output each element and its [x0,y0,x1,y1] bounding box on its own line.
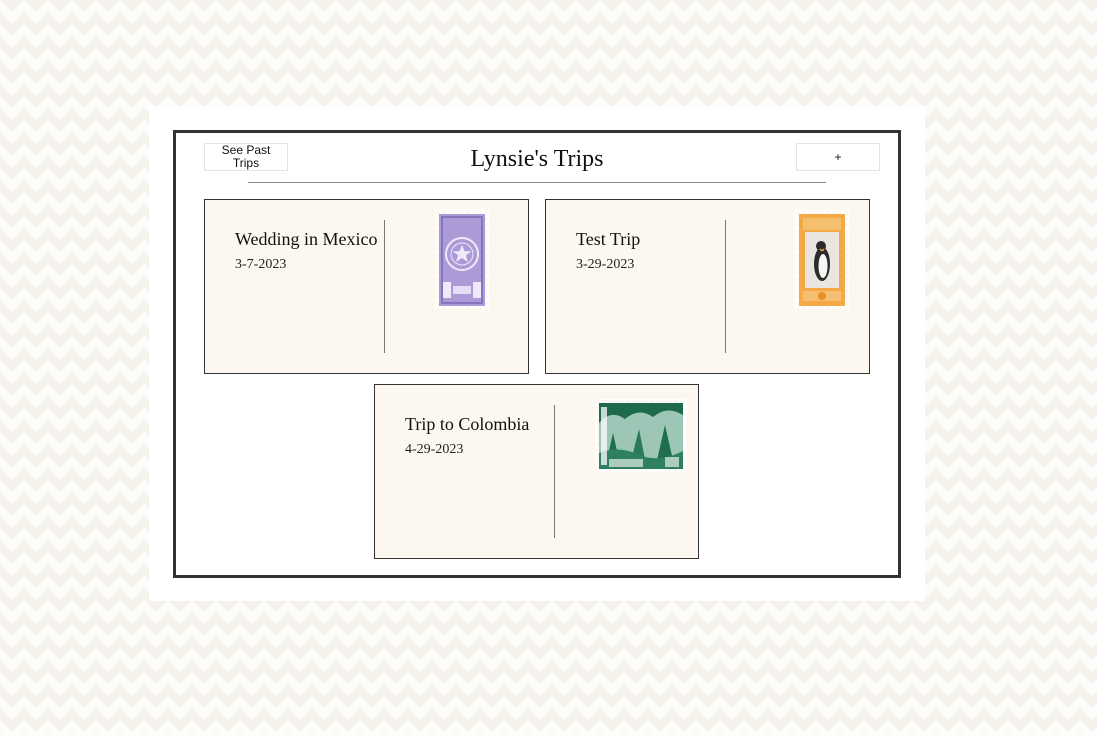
trip-postcard-test-trip[interactable]: Test Trip 3-29-2023 [545,199,870,374]
purple-star-stamp-icon [435,210,489,310]
trip-postcard-trip-to-colombia[interactable]: Trip to Colombia 4-29-2023 [374,384,699,559]
trips-sheet: See Past Trips Lynsie's Trips + Wedding … [149,106,925,601]
green-forest-stamp-icon [595,399,687,473]
trip-date: 3-7-2023 [235,257,287,272]
postcard-divider [554,405,555,538]
trip-date: 3-29-2023 [576,257,635,272]
trip-name: Wedding in Mexico [235,229,378,249]
penguin-stamp-icon [795,210,849,310]
add-trip-label: + [834,149,842,164]
add-trip-button[interactable]: + [796,143,880,171]
trip-postcard-wedding-in-mexico[interactable]: Wedding in Mexico 3-7-2023 [204,199,529,374]
trip-date: 4-29-2023 [405,442,464,457]
postcard-divider [384,220,385,353]
title-divider [248,182,826,183]
trip-name: Test Trip [576,229,641,249]
trip-name: Trip to Colombia [405,414,530,434]
postcard-divider [725,220,726,353]
trips-frame: See Past Trips Lynsie's Trips + Wedding … [173,130,901,578]
page-title: Lynsie's Trips [470,146,604,172]
